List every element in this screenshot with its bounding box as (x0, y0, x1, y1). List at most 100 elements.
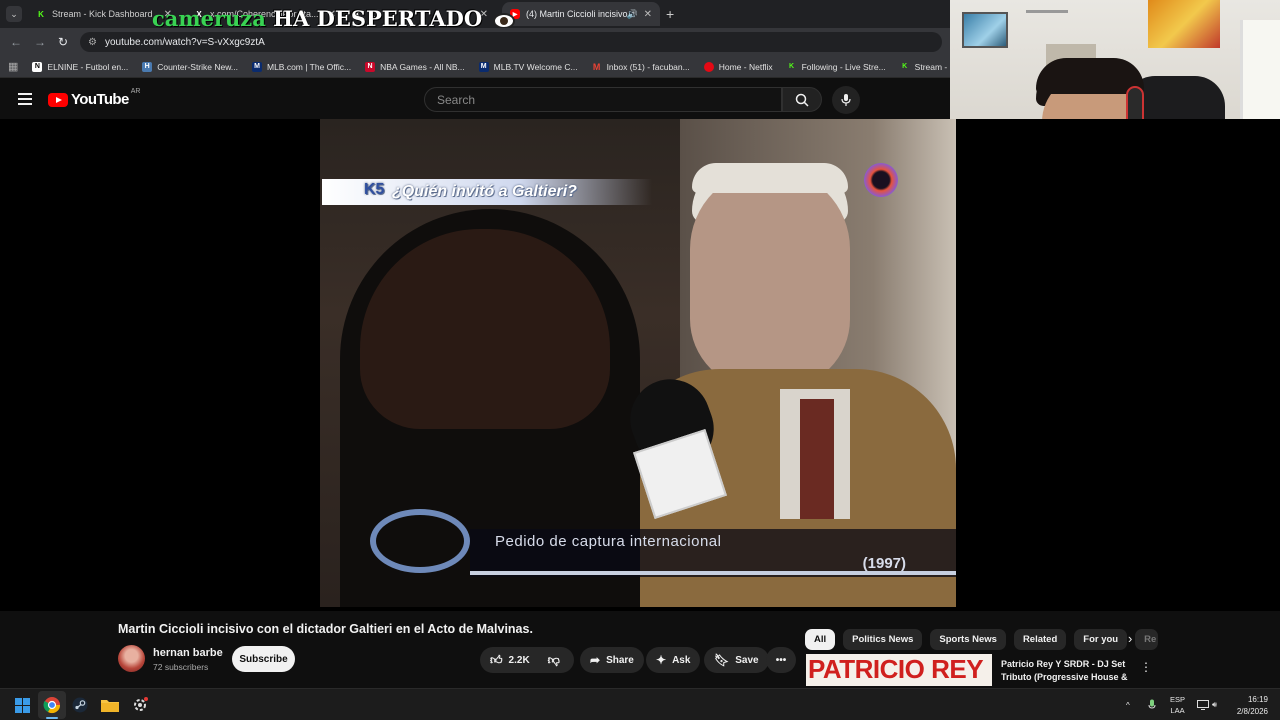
bookmark-item[interactable]: K Stream - Kick Dashb... (900, 62, 950, 72)
nba-icon: N (365, 61, 376, 72)
bookmark-label: Stream - Kick Dashb... (914, 61, 950, 72)
address-bar[interactable]: ⚙ youtube.com/watch?v=S-vXxgc9ztA (80, 32, 942, 52)
clock-date: 2/8/2026 (1236, 707, 1268, 716)
bookmark-label: Counter-Strike New... (157, 61, 238, 72)
youtube-play-icon (48, 92, 68, 107)
channel-name[interactable]: hernan barbe (153, 647, 223, 659)
youtube-header: YouTube AR Search (0, 79, 950, 119)
audio-playing-icon[interactable]: 🔊 (627, 9, 638, 20)
bookmark-item[interactable]: H Counter-Strike New... (142, 61, 238, 72)
video-player[interactable]: K5 ¿Quién invitó a Galtieri? Pedido de c… (0, 119, 1280, 611)
network-icon[interactable] (1197, 689, 1209, 720)
chip-related[interactable]: Related (1013, 628, 1067, 650)
menu-icon[interactable] (18, 93, 32, 105)
network-sun-logo (864, 163, 898, 197)
like-dislike-group: 👍︎ 2.2K 👎︎ (480, 647, 574, 673)
subscriber-count: 72 subscribers (153, 662, 209, 672)
bookmark-item[interactable]: Home - Netflix (703, 61, 773, 72)
bookmark-item[interactable]: N NBA Games - All NB... (365, 61, 465, 72)
elnine-icon: N (32, 61, 43, 72)
close-icon[interactable]: ✕ (644, 9, 652, 20)
bookmarks-bar: ▦ N ELNINE - Futbol en... H Counter-Strike… (0, 56, 950, 78)
system-clock[interactable]: 16:19 2/8/2026 (1237, 694, 1268, 718)
tab-youtube-active[interactable]: ▶ (4) Martin Ciccioli incisivo c 🔊 ✕ (502, 2, 660, 26)
bookmark-item[interactable]: M Inbox (51) - facuban... (592, 62, 690, 72)
steam-taskbar-button[interactable] (70, 695, 90, 715)
video-title: Martin Ciccioli incisivo con el dictador… (118, 622, 533, 636)
subscribe-button[interactable]: Subscribe (232, 646, 295, 672)
logo-wordmark: YouTube (71, 91, 129, 108)
input-language[interactable]: ESP LAA (1170, 694, 1185, 716)
microphone-tray-icon[interactable] (1148, 689, 1156, 720)
mlb-icon: M (251, 61, 262, 72)
ask-button[interactable]: ✦ Ask (646, 647, 701, 673)
apps-grid-icon[interactable]: ▦ (8, 60, 18, 73)
mlb-icon: M (478, 61, 489, 72)
kick-icon: K (38, 9, 44, 19)
interviewee-face (690, 169, 850, 389)
chrome-icon (43, 697, 61, 714)
volume-icon[interactable]: 🔊︎ (1212, 689, 1217, 720)
tab-search-icon[interactable]: ⌄ (6, 6, 22, 22)
voice-search-button[interactable] (832, 86, 860, 114)
sparkle-icon: ✦ (656, 653, 667, 667)
ask-label: Ask (672, 654, 691, 666)
bookmark-label: MLB.TV Welcome C... (493, 61, 578, 72)
bookmark-item[interactable]: M MLB.com | The Offic... (251, 61, 351, 72)
search-icon (795, 93, 809, 107)
hltv-icon: H (142, 61, 153, 72)
chrome-taskbar-button[interactable] (42, 695, 62, 715)
bookmark-label: ELNINE - Futbol en... (47, 61, 129, 72)
clock-time: 16:19 (1247, 695, 1268, 704)
more-horizontal-icon: ••• (775, 654, 787, 666)
share-button[interactable]: ➦ Share (580, 647, 644, 673)
bookmark-item[interactable]: K Following - Live Stre... (787, 62, 886, 72)
start-button[interactable] (12, 695, 32, 715)
chevron-up-icon: ^ (1126, 700, 1130, 710)
youtube-logo[interactable]: YouTube AR (48, 88, 141, 108)
forward-icon[interactable]: → (34, 35, 46, 49)
more-vertical-icon[interactable]: ⋮ (1140, 660, 1152, 674)
chyron-text: ¿Quién invitó a Galtieri? (392, 183, 577, 200)
screen: ⌄ K Stream - Kick Dashboard ✕ X x.com/Co… (0, 0, 1280, 720)
channel-watermark (370, 509, 470, 573)
recommendation-thumbnail[interactable]: PATRICIO REY (806, 654, 992, 686)
country-code: AR (130, 88, 141, 95)
reload-icon[interactable]: ↻ (58, 35, 68, 49)
chip-all[interactable]: All (805, 628, 836, 650)
bookmark-item[interactable]: N ELNINE - Futbol en... (32, 61, 129, 72)
chevron-right-icon[interactable]: › (1128, 631, 1132, 646)
thumbs-up-icon[interactable]: 👍︎ (490, 653, 503, 668)
gmail-icon: M (592, 61, 601, 72)
mic-tray-icon (1148, 699, 1156, 709)
site-info-icon[interactable]: ⚙ (88, 37, 97, 48)
kick-icon: K (902, 63, 908, 70)
share-icon: ➦ (590, 653, 601, 667)
url-text: youtube.com/watch?v=S-vXxgc9ztA (104, 36, 265, 48)
news-chyron: K5 ¿Quién invitó a Galtieri? (322, 179, 652, 205)
save-button[interactable]: 🔖︎ Save (704, 647, 769, 673)
bookmark-item[interactable]: M MLB.TV Welcome C... (478, 61, 578, 72)
show-hidden-icons[interactable]: ^ (1126, 689, 1130, 720)
search-input[interactable]: Search (424, 87, 782, 112)
bookmark-label: Following - Live Stre... (801, 61, 886, 72)
file-explorer-taskbar-button[interactable] (100, 695, 120, 715)
chip-sports-news[interactable]: Sports News (930, 628, 1006, 650)
like-count[interactable]: 2.2K (509, 655, 530, 666)
search-button[interactable] (782, 87, 822, 112)
interviewee-tie (800, 399, 834, 519)
steam-icon (72, 697, 88, 713)
thumbs-down-icon[interactable]: 👎︎ (548, 653, 560, 668)
app-taskbar-button[interactable] (130, 695, 150, 715)
back-icon[interactable]: ← (10, 35, 22, 49)
share-label: Share (606, 654, 634, 666)
avatar[interactable] (118, 645, 145, 672)
chip-for-you[interactable]: For you (1074, 628, 1128, 650)
save-label: Save (735, 654, 759, 666)
more-actions-button[interactable]: ••• (766, 647, 796, 673)
new-tab-icon[interactable]: + (666, 6, 674, 22)
chip-recently-uploaded[interactable]: Re (1135, 628, 1159, 650)
chip-politics-news[interactable]: Politics News (843, 628, 923, 650)
wall-lamp (1026, 10, 1068, 28)
active-indicator (46, 717, 58, 719)
